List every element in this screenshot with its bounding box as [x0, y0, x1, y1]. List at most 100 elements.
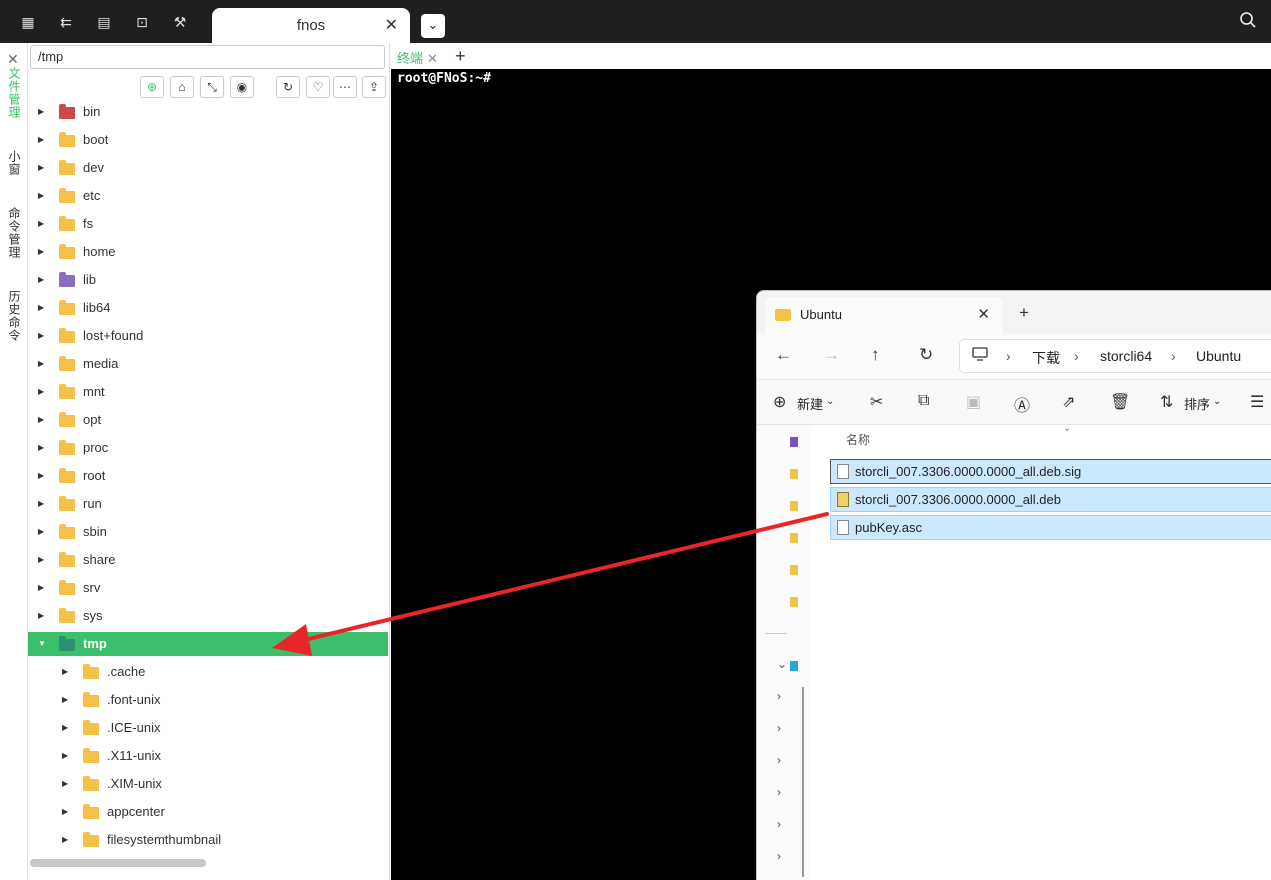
grid-icon[interactable]: ▦	[19, 13, 37, 31]
chevron-right-icon[interactable]: ▶	[38, 576, 44, 600]
sidebar-item-file-manager[interactable]: 文件管理	[6, 67, 23, 119]
tree-item[interactable]: ▶ srv	[28, 576, 388, 600]
tree-item[interactable]: ▶ share	[28, 548, 388, 572]
terminal-icon[interactable]: ⊡	[133, 13, 151, 31]
close-icon[interactable]: ✕	[427, 51, 438, 66]
tree-item[interactable]: ▶ media	[28, 352, 388, 376]
chevron-right-icon[interactable]: ▶	[62, 660, 68, 684]
chevron-right-icon[interactable]: ▶	[38, 268, 44, 292]
chevron-down-icon[interactable]: ⌄	[1213, 396, 1221, 407]
sidebar-item-history[interactable]: 历史命令	[6, 290, 23, 342]
paste-icon[interactable]: ▣	[966, 392, 981, 412]
rename-icon[interactable]: Ⓐ	[1014, 392, 1030, 416]
tree-item[interactable]: ▶ root	[28, 464, 388, 488]
new-button[interactable]: 新建	[797, 394, 823, 413]
more-icon[interactable]: ⋯	[333, 76, 357, 98]
tree-item[interactable]: ▶ lib	[28, 268, 388, 292]
plus-circle-icon[interactable]: ⊕	[773, 392, 786, 412]
chevron-right-icon[interactable]: ›	[777, 721, 781, 735]
tree-item[interactable]: ▶ lib64	[28, 296, 388, 320]
chevron-right-icon[interactable]: ▶	[38, 464, 44, 488]
close-icon[interactable]: ✕	[385, 15, 398, 35]
chevron-right-icon[interactable]: ›	[777, 689, 781, 703]
tab-fnos[interactable]: fnos ✕	[212, 8, 410, 43]
file-row[interactable]: storcli_007.3306.0000.0000_all.deb	[830, 487, 1271, 512]
tree-item[interactable]: ▶ sbin	[28, 520, 388, 544]
tree-item[interactable]: ▶ sys	[28, 604, 388, 628]
eye-icon[interactable]: ◉	[230, 76, 254, 98]
breadcrumb[interactable]: › 下载 › storcli64 › Ubuntu	[959, 339, 1271, 373]
chevron-right-icon[interactable]: ▶	[62, 744, 68, 768]
chevron-down-icon[interactable]: ⌄	[421, 14, 445, 38]
sort-button[interactable]: 排序	[1184, 394, 1210, 413]
tree-item[interactable]: ▶ opt	[28, 408, 388, 432]
folder-icon[interactable]	[790, 469, 798, 479]
chevron-right-icon[interactable]: ▶	[38, 156, 44, 180]
chevron-down-icon[interactable]: ▼	[38, 632, 46, 656]
folder-icon[interactable]	[790, 501, 798, 511]
chevron-right-icon[interactable]: ▶	[38, 380, 44, 404]
chevron-right-icon[interactable]: ▶	[38, 548, 44, 572]
search-icon[interactable]	[1239, 11, 1257, 32]
collapse-icon[interactable]: ⤡	[200, 76, 224, 98]
drive-icon[interactable]	[790, 661, 798, 671]
back-arrow-icon[interactable]: ←	[775, 345, 792, 365]
sidebar-item-command-manager[interactable]: 命令管理	[6, 207, 23, 259]
explorer-tab-ubuntu[interactable]: Ubuntu ✕	[765, 297, 1003, 333]
folder-icon[interactable]	[790, 533, 798, 543]
tree-item[interactable]: ▶ lost+found	[28, 324, 388, 348]
folder-icon[interactable]	[790, 565, 798, 575]
chevron-right-icon[interactable]: ▶	[38, 296, 44, 320]
breadcrumb-item[interactable]: storcli64	[1100, 348, 1152, 364]
share-icon[interactable]: ⇗	[1062, 392, 1075, 412]
chevron-right-icon[interactable]: ▶	[62, 772, 68, 796]
tree-item[interactable]: ▶ appcenter	[28, 800, 388, 824]
chevron-right-icon[interactable]: ▶	[62, 688, 68, 712]
tree-item[interactable]: ▼ tmp	[28, 632, 388, 656]
locate-icon[interactable]: ⊕	[140, 76, 164, 98]
chevron-right-icon[interactable]: ▶	[38, 436, 44, 460]
tree-item[interactable]: ▶ .font-unix	[28, 688, 388, 712]
upload-icon[interactable]: ⇪	[362, 76, 386, 98]
chevron-down-icon[interactable]: ⌄	[826, 396, 834, 407]
close-icon[interactable]: ✕	[7, 51, 19, 68]
folder-icon[interactable]	[790, 437, 798, 447]
chevron-right-icon[interactable]: ▶	[38, 520, 44, 544]
network-icon[interactable]: ⇇	[57, 13, 75, 31]
chevron-right-icon[interactable]: ›	[777, 785, 781, 799]
copy-icon[interactable]: ⧉	[918, 392, 929, 410]
forward-arrow-icon[interactable]: →	[823, 345, 840, 365]
chevron-right-icon[interactable]: ›	[777, 753, 781, 767]
tree-item[interactable]: ▶ home	[28, 240, 388, 264]
tree-item[interactable]: ▶ etc	[28, 184, 388, 208]
folder-icon[interactable]	[790, 597, 798, 607]
tree-item[interactable]: ▶ fs	[28, 212, 388, 236]
chevron-right-icon[interactable]: ▶	[38, 128, 44, 152]
view-icon[interactable]: ☰	[1250, 392, 1264, 412]
tree-item[interactable]: ▶ .XIM-unix	[28, 772, 388, 796]
file-row[interactable]: storcli_007.3306.0000.0000_all.deb.sig	[830, 459, 1271, 484]
column-header-name[interactable]: 名称	[846, 431, 870, 448]
chevron-right-icon[interactable]: ▶	[38, 324, 44, 348]
refresh-icon[interactable]: ↻	[919, 345, 933, 365]
file-row[interactable]: pubKey.asc	[830, 515, 1271, 540]
chevron-right-icon[interactable]: ▶	[62, 800, 68, 824]
tree-item[interactable]: ▶ .X11-unix	[28, 744, 388, 768]
tree-item[interactable]: ▶ .cache	[28, 660, 388, 684]
chevron-right-icon[interactable]: ▶	[38, 100, 44, 124]
chevron-right-icon[interactable]: ▶	[38, 184, 44, 208]
chevron-down-icon[interactable]: ⌄	[777, 657, 787, 671]
breadcrumb-item[interactable]: Ubuntu	[1196, 348, 1241, 364]
chevron-right-icon[interactable]: ›	[777, 817, 781, 831]
chevron-right-icon[interactable]: ▶	[38, 240, 44, 264]
delete-icon[interactable]: 🗑	[1110, 392, 1130, 412]
home-icon[interactable]: ⌂	[170, 76, 194, 98]
nav-pane-scrollbar[interactable]	[802, 687, 804, 877]
add-tab-button[interactable]: +	[1019, 303, 1029, 323]
files-icon[interactable]: ▤	[95, 13, 113, 31]
chevron-right-icon[interactable]: ▶	[38, 212, 44, 236]
sort-icon[interactable]: ⇅	[1160, 392, 1173, 412]
tree-item[interactable]: ▶ mnt	[28, 380, 388, 404]
up-arrow-icon[interactable]: ↑	[871, 345, 880, 365]
tree-item[interactable]: ▶ run	[28, 492, 388, 516]
